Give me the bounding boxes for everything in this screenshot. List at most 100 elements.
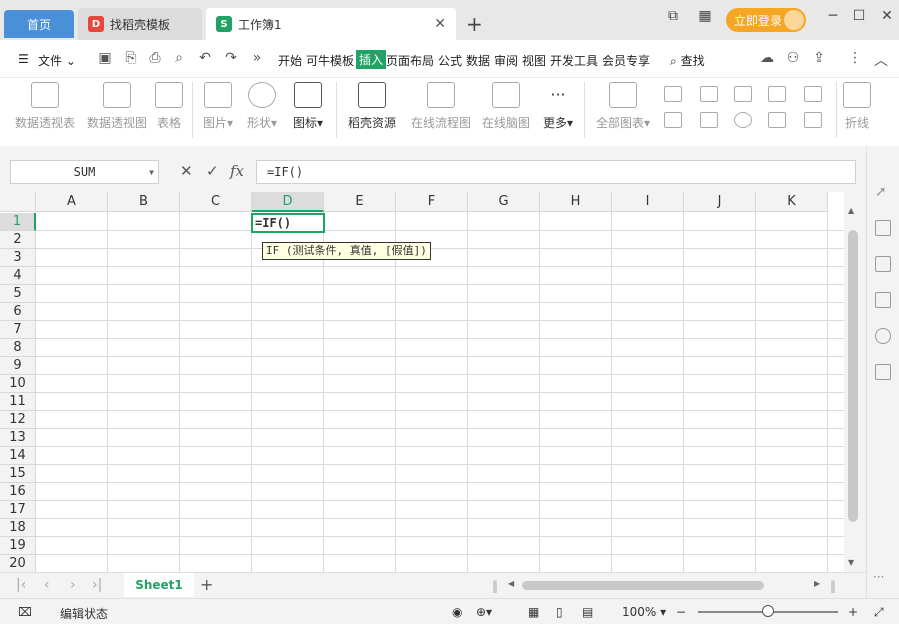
- close-window-button[interactable]: ✕: [876, 8, 898, 24]
- formula-input[interactable]: =IF(): [256, 160, 856, 184]
- all-charts-button[interactable]: 全部图表▾: [594, 82, 652, 131]
- menu-view[interactable]: 视图: [522, 52, 546, 69]
- row-header[interactable]: 1: [0, 213, 36, 231]
- horizontal-scroll-thumb[interactable]: [522, 581, 764, 590]
- column-chart-icon[interactable]: [664, 86, 682, 102]
- print-icon[interactable]: ⎙: [146, 50, 164, 68]
- book-icon[interactable]: [875, 364, 891, 380]
- cloud-backup-icon[interactable]: [875, 292, 891, 308]
- column-header[interactable]: D: [252, 192, 324, 212]
- column-header[interactable]: G: [468, 192, 540, 212]
- add-sheet-button[interactable]: +: [200, 575, 213, 594]
- chevron-down-icon[interactable]: ▼: [149, 168, 154, 177]
- combo-chart-icon[interactable]: [804, 86, 822, 102]
- pivot-table-button[interactable]: 数据透视表: [12, 82, 78, 131]
- row-header[interactable]: 7: [0, 321, 36, 339]
- file-menu[interactable]: 文件 ⌄: [38, 52, 76, 69]
- column-header[interactable]: I: [612, 192, 684, 212]
- page-layout-view-icon[interactable]: ▯: [556, 605, 563, 619]
- row-header[interactable]: 2: [0, 231, 36, 249]
- search-button[interactable]: ⌕ 查找: [670, 52, 705, 69]
- zoom-level[interactable]: 100% ▾: [622, 605, 666, 619]
- column-header[interactable]: C: [180, 192, 252, 212]
- row-header[interactable]: 8: [0, 339, 36, 357]
- more-button[interactable]: ··· 更多▾: [538, 82, 578, 131]
- confirm-icon[interactable]: ✓: [206, 162, 219, 180]
- table-button[interactable]: 表格: [154, 82, 184, 131]
- row-header[interactable]: 15: [0, 465, 36, 483]
- save-icon[interactable]: ▣: [96, 50, 114, 68]
- grid-apps-icon[interactable]: ▦: [694, 8, 716, 24]
- zoom-slider-handle[interactable]: [762, 605, 774, 617]
- active-cell[interactable]: =IF(): [251, 213, 325, 233]
- select-all-corner[interactable]: [0, 192, 36, 212]
- flowchart-button[interactable]: 在线流程图: [410, 82, 472, 131]
- icon-button[interactable]: 图标▾: [290, 82, 326, 131]
- eye-icon[interactable]: ◉: [452, 605, 462, 619]
- normal-view-icon[interactable]: ▦: [528, 605, 539, 619]
- last-sheet-icon[interactable]: ›|: [92, 577, 102, 593]
- menu-developer[interactable]: 开发工具: [550, 52, 598, 69]
- insert-function-icon[interactable]: fx: [230, 162, 244, 180]
- more-options-icon[interactable]: ⋮: [846, 50, 864, 68]
- picture-button[interactable]: 图片▾: [200, 82, 236, 131]
- maximize-button[interactable]: ☐: [848, 8, 870, 24]
- menu-member[interactable]: 会员专享: [602, 52, 650, 69]
- mindmap-button[interactable]: 在线脑图: [480, 82, 532, 131]
- menu-review[interactable]: 审阅: [494, 52, 518, 69]
- tab-home[interactable]: 首页: [4, 10, 74, 38]
- share-user-icon[interactable]: ⚇: [784, 50, 802, 68]
- row-header[interactable]: 10: [0, 375, 36, 393]
- menu-formulas[interactable]: 公式: [438, 52, 462, 69]
- row-header[interactable]: 17: [0, 501, 36, 519]
- daoke-resources-button[interactable]: 稻壳资源: [346, 82, 398, 131]
- row-header[interactable]: 19: [0, 537, 36, 555]
- column-header[interactable]: E: [324, 192, 396, 212]
- column-header[interactable]: K: [756, 192, 828, 212]
- properties-icon[interactable]: [875, 220, 891, 236]
- split-handle[interactable]: ‖: [492, 579, 498, 593]
- column-header[interactable]: A: [36, 192, 108, 212]
- input-method-icon[interactable]: ⊕▾: [476, 605, 492, 619]
- menu-page-layout[interactable]: 页面布局: [386, 52, 434, 69]
- name-box[interactable]: SUM ▼: [10, 160, 159, 184]
- scroll-right-icon[interactable]: ▶: [814, 579, 820, 588]
- line-sparkline-button[interactable]: 折线: [842, 82, 872, 131]
- scatter-chart-icon[interactable]: [768, 112, 786, 128]
- stock-chart-icon[interactable]: [700, 112, 718, 128]
- redo-icon[interactable]: ↷: [222, 50, 240, 68]
- export-icon[interactable]: ⎘: [122, 50, 140, 68]
- window-layout-icon[interactable]: ⧉: [662, 8, 684, 24]
- spreadsheet-grid[interactable]: ABCDEFGHIJK 1 2 3 4 5 6 7 8 9 10 11 12 13 14 15 16 17 18 1…: [0, 192, 844, 573]
- new-tab-button[interactable]: +: [466, 12, 483, 36]
- vertical-scrollbar[interactable]: ▲ ▼: [844, 192, 866, 572]
- row-header[interactable]: 9: [0, 357, 36, 375]
- cancel-icon[interactable]: ✕: [180, 162, 193, 180]
- scroll-left-icon[interactable]: ◀: [508, 579, 514, 588]
- close-tab-icon[interactable]: ✕: [434, 16, 446, 32]
- column-header[interactable]: F: [396, 192, 468, 212]
- row-header[interactable]: 12: [0, 411, 36, 429]
- share-icon[interactable]: ⇪: [810, 50, 828, 68]
- scroll-down-icon[interactable]: ▼: [848, 558, 854, 567]
- bar-chart-small-icon[interactable]: [700, 86, 718, 102]
- prev-sheet-icon[interactable]: ‹: [44, 577, 50, 593]
- transform-icon[interactable]: [875, 256, 891, 272]
- pivot-chart-button[interactable]: 数据透视图: [84, 82, 150, 131]
- cloud-icon[interactable]: ☁: [758, 50, 776, 68]
- zoom-out-button[interactable]: −: [676, 605, 686, 619]
- vertical-scroll-thumb[interactable]: [848, 230, 858, 522]
- sheet-tab[interactable]: Sheet1: [124, 573, 194, 597]
- hamburger-icon[interactable]: ☰: [18, 52, 29, 66]
- split-handle-right[interactable]: ‖: [830, 579, 836, 593]
- row-header[interactable]: 5: [0, 285, 36, 303]
- collapse-ribbon-icon[interactable]: ︿: [872, 50, 890, 69]
- row-header[interactable]: 18: [0, 519, 36, 537]
- cursor-select-icon[interactable]: ➚: [875, 184, 891, 200]
- macro-icon[interactable]: ⌧: [18, 605, 32, 619]
- row-header[interactable]: 16: [0, 483, 36, 501]
- column-header[interactable]: J: [684, 192, 756, 212]
- area-chart-icon[interactable]: [664, 112, 682, 128]
- row-header[interactable]: 3: [0, 249, 36, 267]
- row-header[interactable]: 6: [0, 303, 36, 321]
